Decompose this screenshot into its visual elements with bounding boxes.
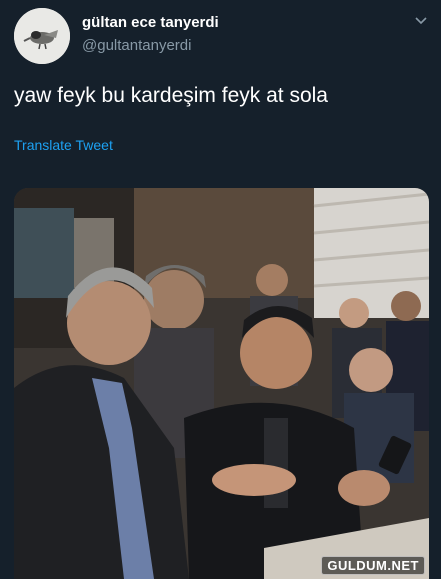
translate-tweet-link[interactable]: Translate Tweet (14, 137, 113, 153)
display-name[interactable]: gültan ece tanyerdi (82, 14, 219, 32)
watermark-logo: GULDUM.NET (321, 556, 425, 575)
user-handle[interactable]: @gultantanyerdi (82, 36, 219, 56)
tweet-photo[interactable]: GULDUM.NET (14, 188, 429, 579)
chevron-down-icon[interactable] (413, 12, 429, 28)
author-info: gültan ece tanyerdi @gultantanyerdi (82, 14, 219, 56)
tweet-text: yaw feyk bu kardeşim feyk at sola (14, 84, 328, 107)
avatar[interactable] (14, 8, 70, 64)
avatar-bird-icon (14, 8, 70, 64)
photo-scene-image (14, 188, 429, 579)
tweet-header: gültan ece tanyerdi @gultantanyerdi (14, 8, 429, 64)
